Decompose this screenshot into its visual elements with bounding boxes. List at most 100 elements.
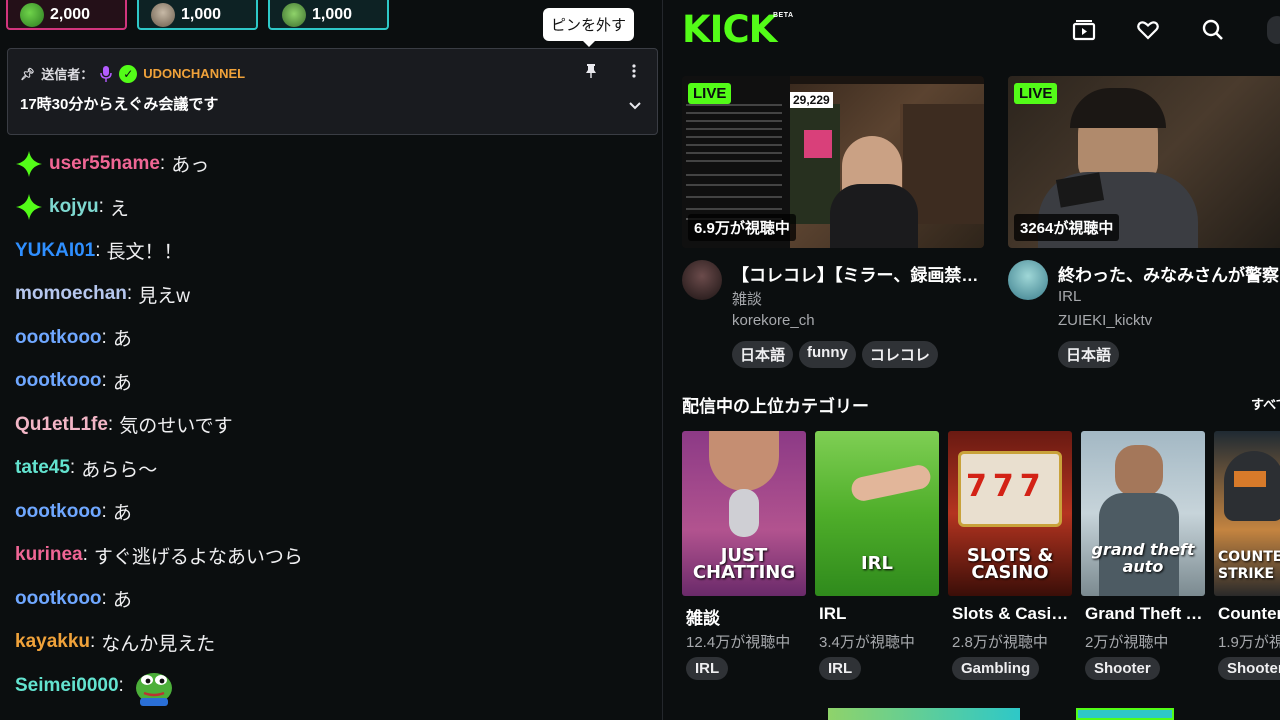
chat-separator: : — [107, 413, 114, 435]
chat-username[interactable]: oootkooo — [15, 370, 102, 392]
pin-small-icon: 📌︎ — [20, 66, 36, 81]
stream-title[interactable]: 【コレコレ】【ミラー、録画禁止】 — [732, 261, 982, 286]
channel-avatar[interactable] — [1008, 260, 1048, 300]
gift-pill[interactable]: 2,000 — [6, 0, 127, 30]
stream-tags: 日本語 — [1058, 341, 1120, 368]
category-viewers: 2万が視聴中 — [1085, 634, 1169, 651]
chat-username[interactable]: tate45 — [15, 457, 70, 479]
channel-avatar[interactable] — [682, 260, 722, 300]
stream-thumbnail[interactable]: LIVE 3264が視聴中 — [1008, 76, 1280, 248]
chat-text: 長文！！ — [106, 242, 183, 264]
chat-separator: : — [90, 631, 96, 653]
gift-amount: 1,000 — [312, 6, 353, 23]
category-art-text: grand theft auto — [1091, 540, 1195, 576]
stream-category[interactable]: IRL — [1058, 288, 1081, 305]
next-row-peek — [1076, 708, 1174, 720]
overlay-counter: 29,229 — [790, 92, 833, 108]
chat-text: 気のせいです — [119, 416, 233, 438]
category-card[interactable]: COUNTER STRIKE Counter-Strike 2 1.9万が視聴中… — [1214, 431, 1280, 680]
category-name[interactable]: 雑談 — [686, 604, 804, 629]
channel-name[interactable]: ZUIEKI_kicktv — [1058, 312, 1152, 329]
chat-username[interactable]: kurinea — [15, 544, 83, 566]
category-art[interactable]: 777 SLOTS & CASINO — [948, 431, 1072, 596]
category-art-text: COUNTER STRIKE — [1218, 549, 1280, 582]
channel-name[interactable]: korekore_ch — [732, 312, 815, 329]
stream-tag[interactable]: funny — [799, 341, 856, 368]
search-icon[interactable] — [1200, 17, 1226, 43]
chat-message: kayakku: なんか見えた — [15, 621, 655, 665]
category-viewers: 3.4万が視聴中 — [819, 634, 915, 651]
stream-thumbnail[interactable]: 29,229 LIVE 6.9万が視聴中 — [682, 76, 984, 248]
beta-badge: BETA — [773, 12, 794, 19]
chat-separator: : — [98, 196, 104, 218]
stream-title[interactable]: 終わった、みなみさんが警察に — [1058, 261, 1280, 286]
chat-message: oootkooo: あ — [15, 316, 655, 360]
category-tag[interactable]: Shooter — [1085, 657, 1160, 680]
see-all-link[interactable]: すべて — [1251, 394, 1280, 413]
chat-username[interactable]: YUKAI01 — [15, 240, 95, 262]
chat-username[interactable]: Seimei0000 — [15, 675, 119, 697]
category-name[interactable]: Slots & Casino — [952, 604, 1070, 624]
pinned-username[interactable]: UDONCHANNEL — [143, 66, 245, 81]
chevron-down-icon[interactable] — [629, 99, 641, 111]
category-art[interactable]: grand theft auto — [1081, 431, 1205, 596]
chat-separator: : — [126, 283, 133, 305]
heart-icon[interactable] — [1135, 17, 1161, 43]
chat-message: Qu1etL1fe: 気のせいです — [15, 403, 655, 447]
unpin-icon[interactable] — [584, 63, 598, 79]
category-card[interactable]: 777 SLOTS & CASINO Slots & Casino 2.8万が視… — [948, 431, 1072, 680]
gift-pill[interactable]: 1,000 — [137, 0, 258, 30]
chat-separator: : — [82, 544, 88, 566]
chat-message: momoechan: 見えw — [15, 273, 655, 317]
pinned-sender-row: 📌︎ 送信者： ✓ UDONCHANNEL — [20, 64, 245, 83]
unpin-tooltip: ピンを外す — [543, 8, 635, 47]
stream-tag[interactable]: 日本語 — [732, 341, 794, 368]
category-card[interactable]: JUST CHATTING 雑談 12.4万が視聴中 IRL — [682, 431, 806, 680]
more-options-icon[interactable] — [630, 63, 638, 79]
chat-username[interactable]: kayakku — [15, 631, 90, 653]
category-art[interactable]: COUNTER STRIKE — [1214, 431, 1280, 596]
category-name[interactable]: Counter-Strike 2 — [1218, 604, 1280, 624]
category-name[interactable]: Grand Theft Auto V — [1085, 604, 1203, 624]
category-art[interactable]: IRL — [815, 431, 939, 596]
pepe-emote-icon — [135, 672, 172, 706]
category-tag[interactable]: Gambling — [952, 657, 1040, 680]
chat-message: oootkooo: あ — [15, 360, 655, 404]
kick-page: KICK BETA 29,229 LIVE 6.9万が視聴中 【コレコレ】【ミラ… — [664, 0, 1280, 720]
category-card[interactable]: IRL IRL 3.4万が視聴中 IRL — [815, 431, 939, 680]
browse-icon[interactable] — [1071, 17, 1097, 43]
chat-message: YUKAI01: 長文！！ — [15, 229, 655, 273]
category-tag[interactable]: IRL — [686, 657, 729, 680]
chat-separator: : — [101, 370, 107, 392]
kick-logo[interactable]: KICK — [682, 8, 777, 51]
category-viewers: 12.4万が視聴中 — [686, 634, 791, 651]
chat-text: すぐ逃げるよなあいつら — [93, 546, 303, 568]
chat-username[interactable]: oootkooo — [15, 501, 102, 523]
viewer-count: 6.9万が視聴中 — [688, 214, 796, 241]
chat-username[interactable]: kojyu — [49, 196, 99, 218]
category-tag[interactable]: Shooter — [1218, 657, 1280, 680]
stream-tag[interactable]: 日本語 — [1058, 341, 1120, 368]
profile-edge[interactable] — [1267, 16, 1280, 44]
gift-pill[interactable]: 1,000 — [268, 0, 389, 30]
category-viewers: 2.8万が視聴中 — [952, 634, 1048, 651]
verified-badge-icon: ✓ — [119, 64, 138, 83]
category-tag[interactable]: IRL — [819, 657, 862, 680]
stream-category[interactable]: 雑談 — [732, 288, 762, 309]
live-badge: LIVE — [1014, 83, 1058, 104]
chat-message-list: user55name: あっ kojyu: え YUKAI01: 長文！！ momoecha… — [15, 142, 655, 708]
chat-username[interactable]: Qu1etL1fe — [15, 414, 108, 436]
category-card[interactable]: grand theft auto Grand Theft Auto V 2万が視… — [1081, 431, 1205, 680]
category-art[interactable]: JUST CHATTING — [682, 431, 806, 596]
chat-username[interactable]: oootkooo — [15, 588, 102, 610]
chat-username[interactable]: user55name — [49, 153, 160, 175]
chat-username[interactable]: momoechan — [15, 283, 127, 305]
chat-username[interactable]: oootkooo — [15, 327, 102, 349]
chat-separator: : — [159, 152, 166, 174]
chat-text: あ — [112, 329, 132, 351]
category-art-text: JUST CHATTING — [692, 545, 796, 583]
chat-message: oootkooo: あ — [15, 577, 655, 621]
face-gift-icon — [151, 3, 175, 27]
stream-tag[interactable]: コレコレ — [861, 341, 938, 368]
category-name[interactable]: IRL — [819, 604, 937, 624]
